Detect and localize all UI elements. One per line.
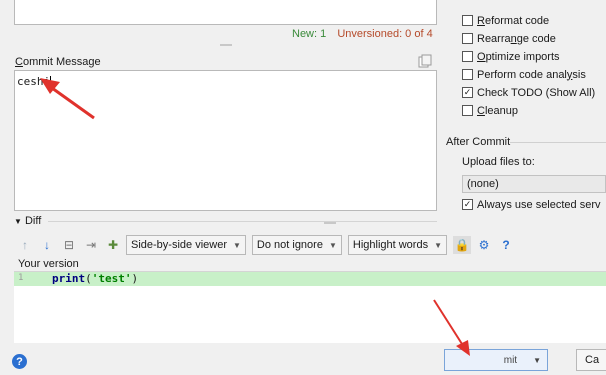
annotation-arrows [40, 78, 470, 356]
annotation-arrow-message [40, 78, 95, 120]
annotation-arrow-commit [433, 299, 470, 356]
